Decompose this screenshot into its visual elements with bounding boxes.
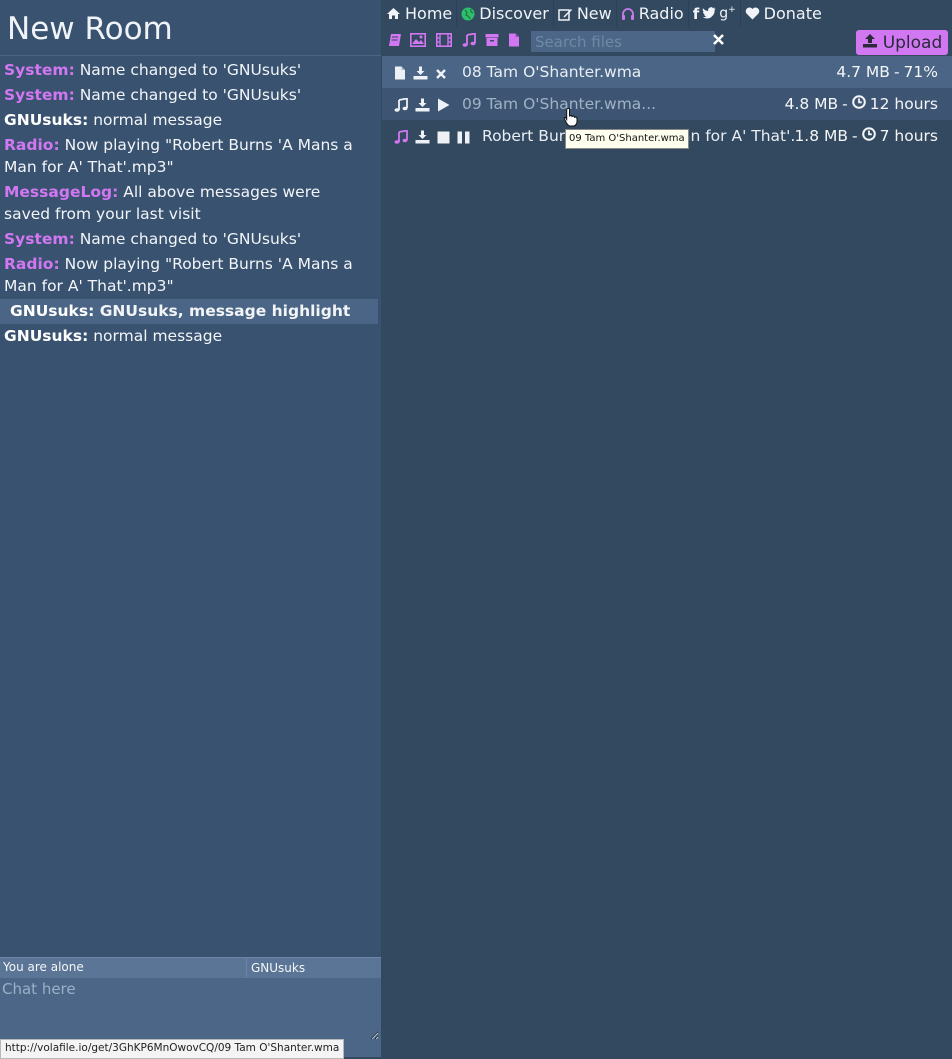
message-nick[interactable]: System: <box>4 61 75 79</box>
chat-panel: New Room System: Name changed to 'GNUsuk… <box>0 0 381 1057</box>
message-nick[interactable]: System: <box>4 230 75 248</box>
chat-message: GNUsuks: normal message <box>0 108 368 133</box>
chat-message-highlight: GNUsuks: GNUsuks, message highlight <box>0 299 378 324</box>
nav-radio[interactable]: Radio <box>617 0 689 27</box>
search-files-input[interactable] <box>531 31 715 52</box>
video-filter-icon[interactable] <box>436 33 452 47</box>
filename-tooltip: 09 Tam O'Shanter.wma <box>565 129 689 149</box>
message-nick[interactable]: GNUsuks: <box>10 302 94 320</box>
download-icon[interactable] <box>413 65 428 84</box>
play-icon[interactable] <box>437 97 450 116</box>
message-nick[interactable]: GNUsuks: <box>4 111 88 129</box>
file-ttl: 7 hours <box>879 127 938 145</box>
image-filter-icon[interactable] <box>410 33 426 47</box>
upload-icon <box>862 33 878 53</box>
user-count-bar[interactable]: You are alone GNUsuks <box>0 957 381 978</box>
nick-box[interactable]: GNUsuks <box>246 958 382 978</box>
nav-home-label: Home <box>405 4 453 23</box>
close-icon[interactable] <box>712 33 725 46</box>
top-nav: Home Discover New Radio f g+ Donate <box>382 0 826 27</box>
file-name[interactable]: 08 Tam O'Shanter.wma <box>462 62 641 82</box>
file-meta: 4.7 MB - 71% <box>836 63 938 81</box>
download-icon[interactable] <box>415 97 430 116</box>
chat-message: System: Name changed to 'GNUsuks' <box>0 58 368 83</box>
close-icon[interactable] <box>435 65 447 84</box>
heart-icon <box>745 7 760 20</box>
nav-home[interactable]: Home <box>382 0 458 27</box>
home-icon <box>386 7 401 20</box>
message-text: normal message <box>93 327 223 345</box>
chat-message: Radio: Now playing "Robert Burns 'A Mans… <box>0 252 368 299</box>
chat-message: System: Name changed to 'GNUsuks' <box>0 227 368 252</box>
headphones-icon <box>621 7 635 20</box>
clock-icon <box>861 126 876 146</box>
hand-cursor-icon <box>563 107 579 131</box>
upload-button[interactable]: Upload <box>856 30 948 55</box>
chat-input[interactable] <box>0 978 379 1040</box>
archive-filter-icon[interactable] <box>485 33 499 47</box>
user-count-text: You are alone <box>3 960 84 974</box>
message-text: Name changed to 'GNUsuks' <box>79 230 302 248</box>
file-name[interactable]: 09 Tam O'Shanter.wma... <box>462 94 656 114</box>
nav-new[interactable]: New <box>554 0 617 27</box>
file-row[interactable]: 09 Tam O'Shanter.wma... 4.8 MB - 12 hour… <box>382 88 952 120</box>
nick-text: GNUsuks <box>251 961 306 975</box>
pause-icon[interactable] <box>457 129 470 148</box>
file-meta: 4.8 MB - 12 hours <box>784 94 938 114</box>
file-size: 1.8 MB <box>794 127 849 145</box>
audio-filter-icon[interactable] <box>462 33 476 47</box>
title-divider <box>0 55 381 56</box>
message-text: Name changed to 'GNUsuks' <box>79 86 302 104</box>
download-icon[interactable] <box>415 129 430 148</box>
message-text: Name changed to 'GNUsuks' <box>79 61 302 79</box>
message-nick[interactable]: Radio: <box>4 136 60 154</box>
facebook-icon[interactable]: f <box>693 5 700 23</box>
chat-message: MessageLog: All above messages were save… <box>0 180 368 227</box>
nav-donate-label: Donate <box>763 4 822 23</box>
chat-message: GNUsuks: normal message <box>0 324 368 349</box>
files-panel: Home Discover New Radio f g+ Donate Sear… <box>382 0 952 1057</box>
file-icon <box>394 65 406 84</box>
document-filter-icon[interactable] <box>508 33 520 47</box>
message-nick[interactable]: Radio: <box>4 255 60 273</box>
twitter-icon[interactable] <box>702 4 716 23</box>
nav-donate[interactable]: Donate <box>741 0 826 27</box>
nav-social: f g+ <box>689 0 741 27</box>
stop-icon[interactable] <box>437 129 450 148</box>
nav-discover-label: Discover <box>479 4 549 23</box>
upload-label: Upload <box>882 32 943 53</box>
message-text: normal message <box>93 111 223 129</box>
nav-radio-label: Radio <box>638 4 684 23</box>
chat-message: Radio: Now playing "Robert Burns 'A Mans… <box>0 133 368 180</box>
music-icon <box>394 97 408 116</box>
file-size: 4.8 MB <box>784 95 839 113</box>
upload-progress: 71% <box>903 63 938 81</box>
file-ttl: 12 hours <box>869 95 938 113</box>
message-nick[interactable]: System: <box>4 86 75 104</box>
file-meta: 1.8 MB - 7 hours <box>794 126 938 146</box>
globe-icon <box>461 7 475 21</box>
music-icon <box>394 129 408 148</box>
google-plus-icon[interactable]: g+ <box>719 5 735 22</box>
file-size: 4.7 MB <box>836 63 890 81</box>
message-list: System: Name changed to 'GNUsuks' System… <box>0 58 381 349</box>
room-title: New Room <box>7 11 173 47</box>
file-row[interactable]: 08 Tam O'Shanter.wma 4.7 MB - 71% <box>382 56 952 88</box>
clock-icon <box>851 94 866 114</box>
message-text: GNUsuks, message highlight <box>99 302 351 320</box>
edit-icon <box>558 7 573 21</box>
nav-discover[interactable]: Discover <box>457 0 554 27</box>
message-nick[interactable]: MessageLog: <box>4 183 118 201</box>
chat-message: System: Name changed to 'GNUsuks' <box>0 83 368 108</box>
nav-new-label: New <box>576 4 612 23</box>
status-bar-url: http://volafile.io/get/3GhKP6MnOwovCQ/09… <box>0 1039 345 1059</box>
books-filter-icon[interactable] <box>388 33 402 47</box>
message-nick[interactable]: GNUsuks: <box>4 327 88 345</box>
